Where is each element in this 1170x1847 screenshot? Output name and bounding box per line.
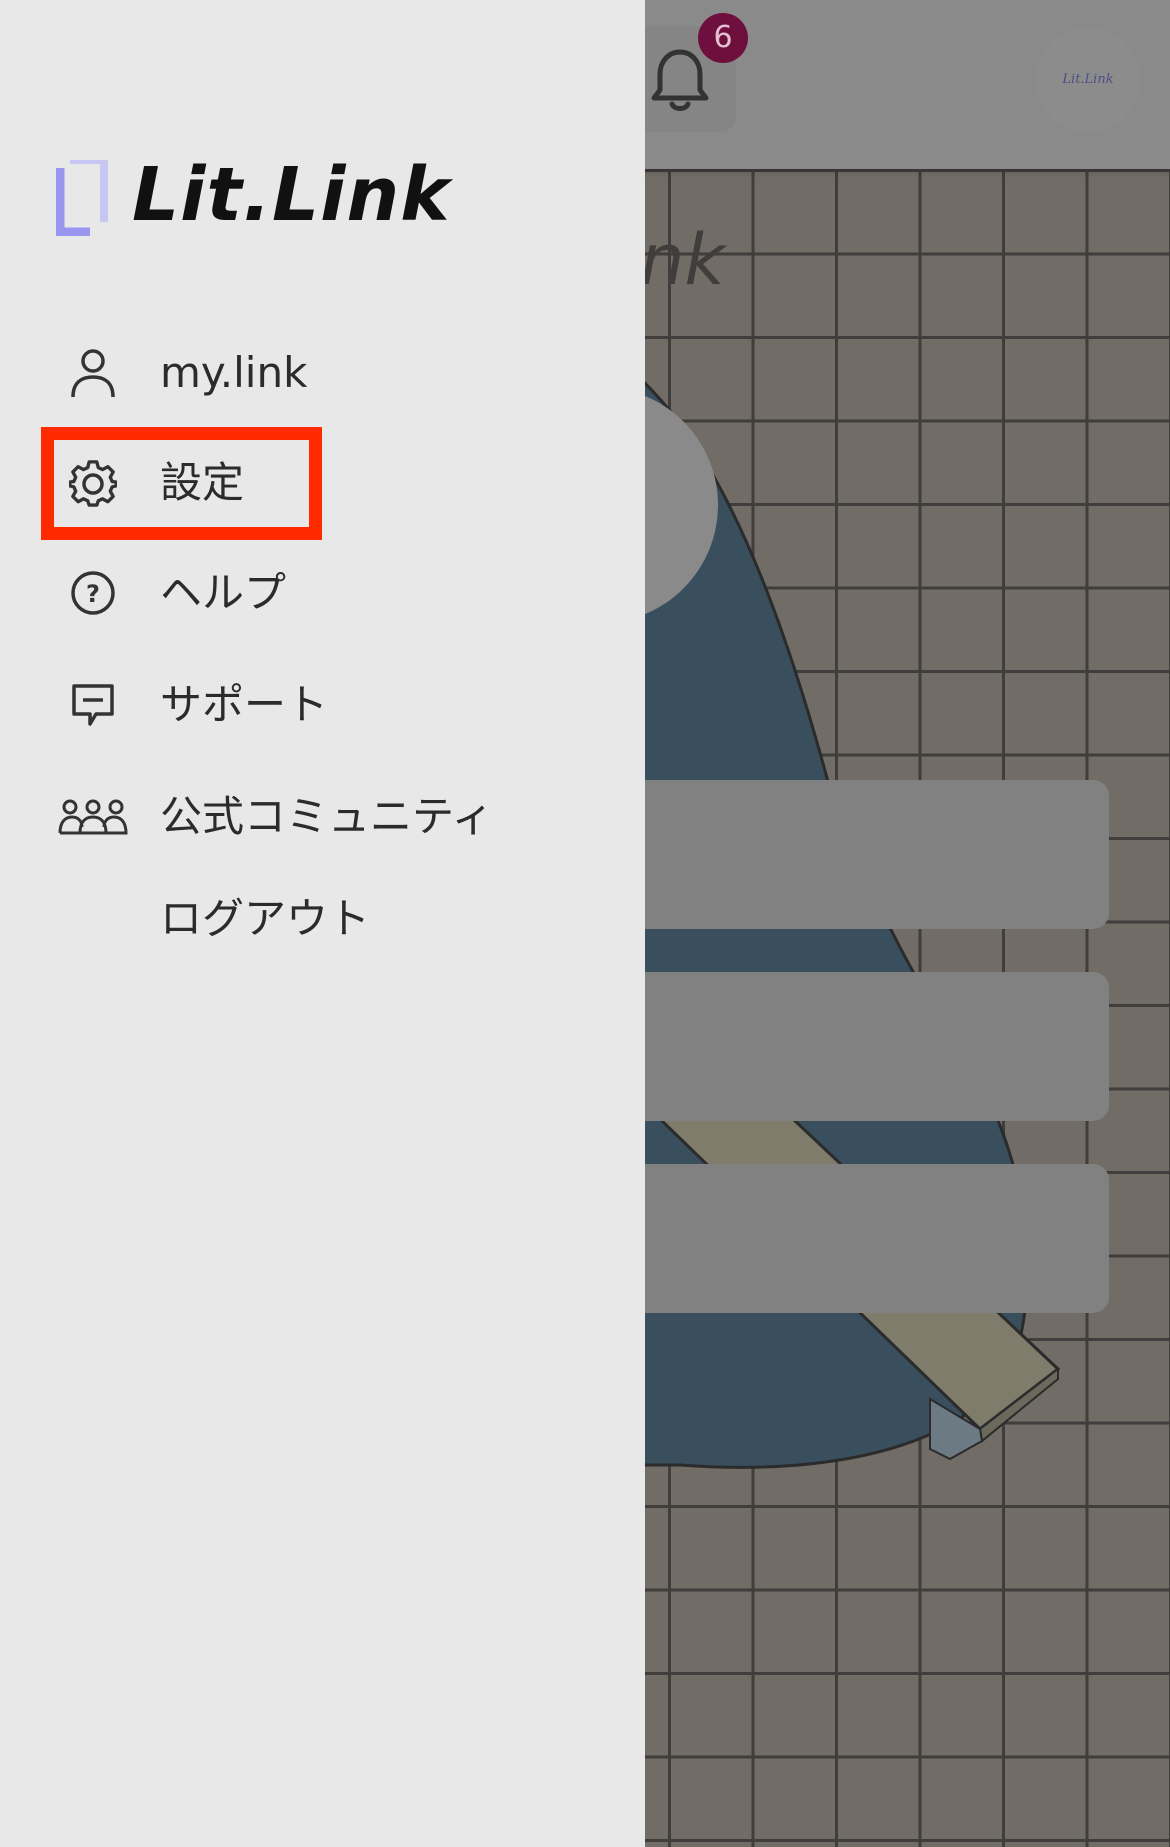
community-icon: [56, 772, 130, 862]
svg-text:nk: nk: [640, 219, 727, 301]
menu-item-support[interactable]: サポート: [56, 660, 576, 750]
avatar[interactable]: Lit.Link: [1036, 28, 1140, 132]
app-logo: Lit.Link: [56, 150, 449, 240]
logo-mark-icon: [56, 160, 108, 236]
menu-item-label: サポート: [160, 680, 329, 729]
menu-item-logout[interactable]: ログアウト: [56, 874, 576, 964]
menu-item-label: 設定: [160, 458, 245, 507]
svg-text:?: ?: [86, 580, 100, 608]
menu-item-label: 公式コミュニティ: [160, 792, 494, 841]
menu-item-my-link[interactable]: my.link: [56, 328, 576, 418]
help-icon: ?: [56, 548, 130, 638]
notification-badge: 6: [698, 13, 748, 63]
menu-item-help[interactable]: ? ヘルプ: [56, 548, 576, 638]
gear-icon: [56, 438, 130, 528]
menu-item-label: my.link: [160, 348, 308, 397]
user-icon: [56, 328, 130, 418]
chat-icon: [56, 660, 130, 750]
logo-text: Lit.Link: [132, 152, 451, 238]
side-drawer: Lit.Link my.link 設定 ? ヘルプ サポート 公式コミュニティ …: [0, 0, 645, 1847]
menu-item-label: ヘルプ: [160, 568, 287, 617]
menu-item-community[interactable]: 公式コミュニティ: [56, 772, 576, 862]
menu-item-label: ログアウト: [160, 894, 371, 943]
menu-item-settings[interactable]: 設定: [56, 438, 576, 528]
bell-icon: [651, 49, 709, 111]
